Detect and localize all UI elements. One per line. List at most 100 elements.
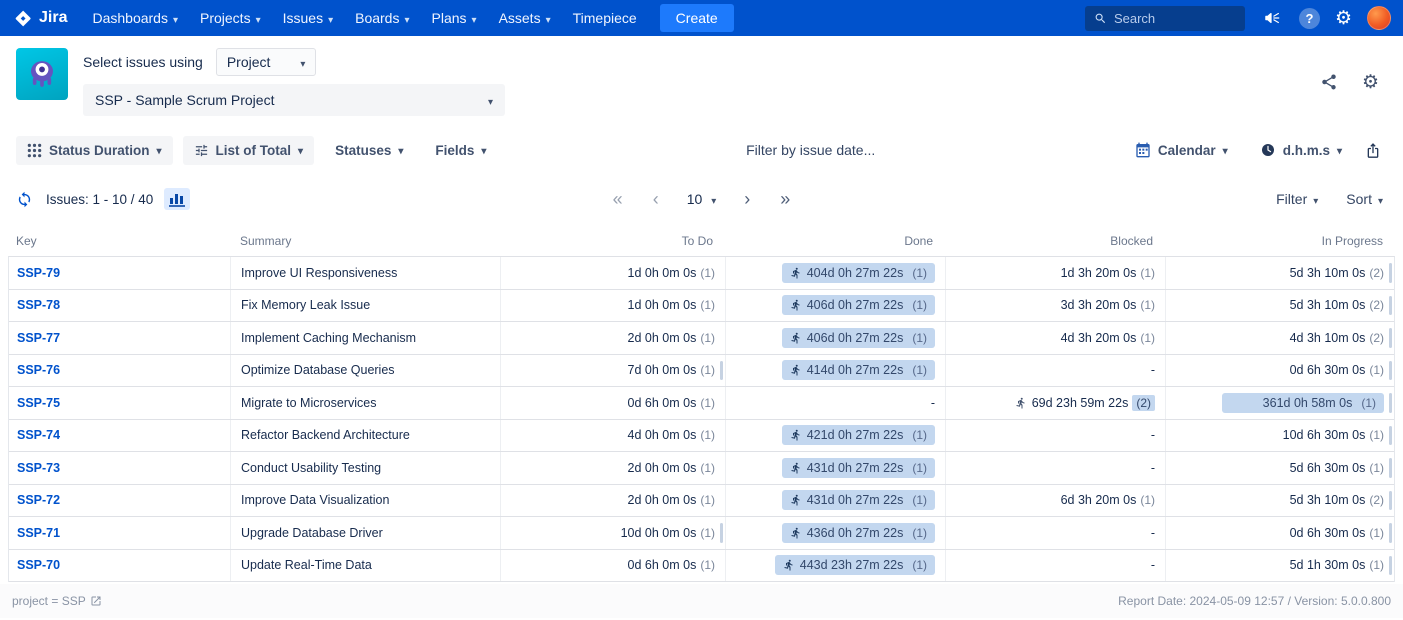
share-button[interactable] — [1318, 71, 1340, 93]
duration-value: 1d 0h 0m 0s — [628, 298, 697, 312]
duration-pill: 414d 0h 27m 22s(1) — [782, 360, 935, 380]
table-header: Key Summary To Do Done Blocked In Progre… — [8, 226, 1395, 256]
report-info: Report Date: 2024-05-09 12:57 / Version:… — [1118, 594, 1391, 608]
nav-item-projects[interactable]: Projects — [189, 0, 272, 36]
previous-page-button[interactable] — [651, 190, 661, 208]
issue-source-select[interactable]: Project — [216, 48, 317, 76]
issue-key-link[interactable]: SSP-73 — [17, 461, 60, 475]
issue-key-link[interactable]: SSP-74 — [17, 428, 60, 442]
summary-cell: Improve Data Visualization — [231, 485, 501, 517]
last-page-button[interactable] — [778, 190, 792, 208]
fields-button[interactable]: Fields — [424, 136, 497, 165]
key-cell: SSP-72 — [9, 485, 231, 517]
duration-value: 5d 1h 30m 0s — [1290, 558, 1366, 572]
column-header-inprogress[interactable]: In Progress — [1165, 234, 1395, 248]
statuses-button[interactable]: Statuses — [324, 136, 414, 165]
page-size-select[interactable]: 10 — [687, 191, 717, 207]
duration-cell-todo: 10d 0h 0m 0s(1) — [501, 517, 726, 549]
nav-item-issues[interactable]: Issues — [272, 0, 345, 36]
filter-dropdown[interactable]: Filter — [1276, 191, 1318, 207]
duration-cell-blocked: 4d 3h 20m 0s(1) — [946, 322, 1166, 354]
summary-cell: Migrate to Microservices — [231, 387, 501, 419]
issue-count: (1) — [1369, 526, 1384, 540]
time-format-button[interactable]: d.h.m.s — [1249, 135, 1353, 165]
announcements-button[interactable] — [1260, 7, 1284, 29]
table-row: SSP-77Implement Caching Mechanism2d 0h 0… — [9, 322, 1394, 355]
list-of-total-button[interactable]: List of Total — [183, 136, 315, 165]
jql-query-link[interactable]: project = SSP — [12, 594, 102, 608]
nav-item-assets[interactable]: Assets — [488, 0, 562, 36]
issue-count: (1) — [912, 266, 927, 280]
issue-key-link[interactable]: SSP-79 — [17, 266, 60, 280]
calendar-button[interactable]: Calendar — [1124, 135, 1239, 165]
duration-cell-inprogress: 5d 3h 10m 0s(2) — [1166, 257, 1394, 289]
user-avatar[interactable] — [1367, 6, 1391, 30]
nav-item-boards[interactable]: Boards — [344, 0, 420, 36]
duration-cell-blocked: - — [946, 452, 1166, 484]
nav-item-dashboards[interactable]: Dashboards — [81, 0, 189, 36]
issue-key-link[interactable]: SSP-76 — [17, 363, 60, 377]
issue-key-link[interactable]: SSP-77 — [17, 331, 60, 345]
nav-item-label: Issues — [283, 10, 323, 26]
duration-bar — [1389, 491, 1392, 511]
summary-cell: Upgrade Database Driver — [231, 517, 501, 549]
issue-count: (1) — [912, 428, 927, 442]
duration-cell-done: 406d 0h 27m 22s(1) — [726, 290, 946, 322]
nav-item-plans[interactable]: Plans — [421, 0, 488, 36]
table-row: SSP-78Fix Memory Leak Issue1d 0h 0m 0s(1… — [9, 290, 1394, 323]
next-page-button[interactable] — [742, 190, 752, 208]
duration-value: 3d 3h 20m 0s — [1061, 298, 1137, 312]
issue-key-link[interactable]: SSP-70 — [17, 558, 60, 572]
megaphone-icon — [1262, 9, 1282, 27]
report-settings-icon[interactable] — [1362, 73, 1379, 92]
issue-summary: Migrate to Microservices — [241, 396, 376, 410]
duration-cell-inprogress: 5d 1h 30m 0s(1) — [1166, 550, 1394, 582]
duration-cell-done: 436d 0h 27m 22s(1) — [726, 517, 946, 549]
pagination-controls: 10 — [611, 190, 793, 208]
issue-date-filter[interactable]: Filter by issue date... — [507, 142, 1113, 158]
issue-key-link[interactable]: SSP-78 — [17, 298, 60, 312]
jira-home-link[interactable]: Jira — [10, 9, 81, 28]
issue-key-link[interactable]: SSP-75 — [17, 396, 60, 410]
column-header-summary[interactable]: Summary — [230, 234, 500, 248]
settings-icon[interactable] — [1335, 9, 1352, 28]
runner-icon — [790, 332, 802, 344]
export-button[interactable] — [1363, 140, 1383, 161]
issues-table-body: SSP-79Improve UI Responsiveness1d 0h 0m … — [8, 256, 1395, 582]
issue-count: (2) — [1369, 298, 1384, 312]
issue-count: (1) — [912, 526, 927, 540]
duration-cell-inprogress: 5d 3h 10m 0s(2) — [1166, 290, 1394, 322]
sort-dropdown[interactable]: Sort — [1346, 191, 1383, 207]
column-header-blocked[interactable]: Blocked — [945, 234, 1165, 248]
summary-cell: Refactor Backend Architecture — [231, 420, 501, 452]
refresh-button[interactable] — [14, 189, 35, 210]
issue-key-link[interactable]: SSP-72 — [17, 493, 60, 507]
column-header-todo[interactable]: To Do — [500, 234, 725, 248]
chevron-down-icon — [1313, 192, 1318, 207]
key-cell: SSP-71 — [9, 517, 231, 549]
chevron-down-icon — [488, 93, 493, 108]
empty-duration: - — [1151, 363, 1155, 377]
create-button[interactable]: Create — [660, 4, 734, 32]
status-duration-button[interactable]: Status Duration — [16, 136, 173, 165]
duration-value: 4d 0h 0m 0s — [628, 428, 697, 442]
help-icon[interactable] — [1299, 8, 1320, 29]
duration-value: 0d 6h 30m 0s — [1290, 363, 1366, 377]
duration-cell-inprogress: 0d 6h 30m 0s(1) — [1166, 355, 1394, 387]
project-select[interactable]: SSP - Sample Scrum Project — [83, 84, 505, 116]
issue-key-link[interactable]: SSP-71 — [17, 526, 60, 540]
key-cell: SSP-79 — [9, 257, 231, 289]
column-header-key[interactable]: Key — [8, 234, 230, 248]
first-page-button[interactable] — [611, 190, 625, 208]
duration-value: 0d 6h 30m 0s — [1290, 526, 1366, 540]
duration-bar — [1389, 328, 1392, 348]
duration-bar — [720, 361, 723, 381]
search-box[interactable] — [1085, 6, 1245, 31]
chart-view-button[interactable] — [164, 188, 190, 210]
issue-count: (1) — [700, 266, 715, 280]
nav-item-timepiece[interactable]: Timepiece — [562, 0, 648, 36]
column-header-done[interactable]: Done — [725, 234, 945, 248]
duration-value: 5d 3h 10m 0s — [1290, 266, 1366, 280]
issue-count: (1) — [1369, 461, 1384, 475]
search-input[interactable] — [1114, 11, 1229, 26]
